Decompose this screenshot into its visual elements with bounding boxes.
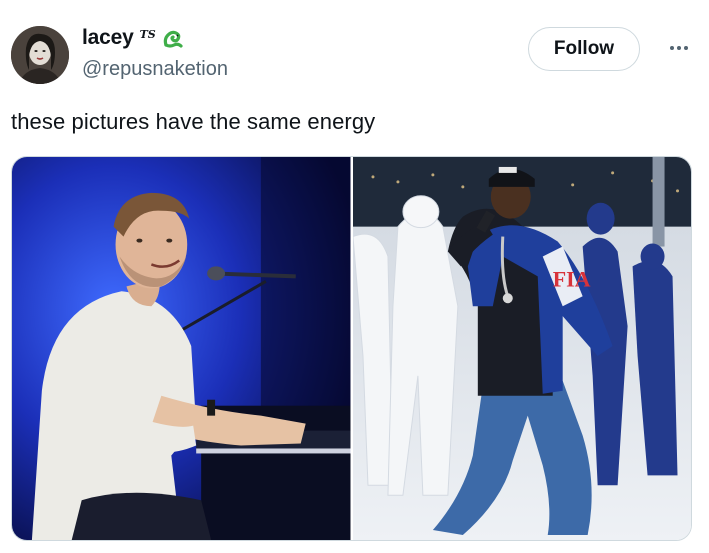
author-handle[interactable]: @repusnaketion: [82, 58, 228, 81]
avatar-image: [11, 26, 69, 84]
more-options-icon[interactable]: [665, 36, 693, 60]
dot: [684, 46, 688, 50]
follow-button[interactable]: Follow: [528, 27, 640, 71]
tweet-card[interactable]: lacey TS @repusnaketion Follow these pic…: [0, 0, 709, 553]
snake-emoji-icon: [162, 27, 184, 49]
ts-badge: TS: [139, 27, 156, 41]
author-avatar[interactable]: [11, 26, 69, 84]
dot: [677, 46, 681, 50]
author-display-name[interactable]: lacey: [82, 26, 134, 50]
author-name-row: lacey TS: [82, 26, 184, 50]
photo-performer[interactable]: FIA: [352, 157, 691, 540]
dot: [670, 46, 674, 50]
tweet-text: these pictures have the same energy: [11, 109, 376, 134]
photo-pianist[interactable]: [12, 157, 351, 540]
svg-text:FIA: FIA: [552, 266, 590, 291]
media-grid: FIA: [11, 156, 692, 541]
